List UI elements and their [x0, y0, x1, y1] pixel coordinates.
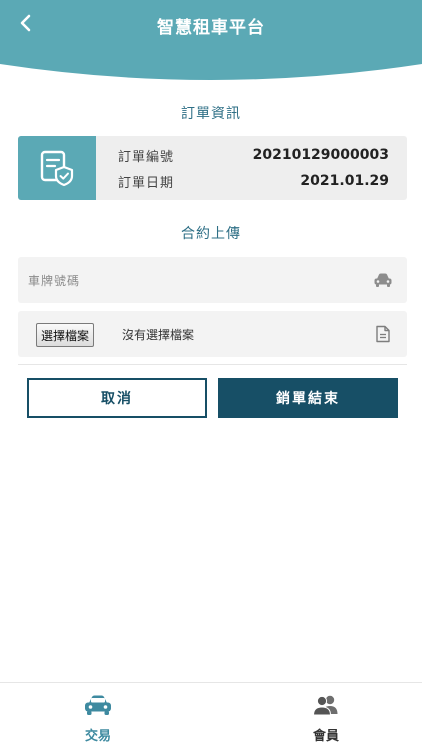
app-header: 智慧租車平台 [0, 0, 422, 92]
order-date-value: 2021.01.29 [300, 173, 389, 189]
order-date-label: 訂單日期 [118, 175, 175, 191]
section-divider [18, 364, 407, 365]
order-section-title: 訂單資訊 [181, 106, 241, 122]
close-order-button[interactable]: 銷單結束 [218, 378, 398, 418]
contract-section-title: 合約上傳 [181, 226, 241, 242]
file-status-text: 沒有選擇檔案 [122, 328, 195, 342]
car-icon [58, 693, 138, 717]
document-shield-icon [40, 150, 74, 187]
plate-number-input[interactable]: 車牌號碼 [18, 257, 407, 303]
choose-file-button[interactable]: 選擇檔案 [36, 323, 95, 347]
bottom-nav: 交易 會員 [0, 682, 422, 751]
order-date-row: 訂單日期 2021.01.29 [118, 170, 389, 192]
nav-label-member: 會員 [312, 729, 339, 744]
order-number-label: 訂單編號 [118, 149, 175, 165]
cancel-button[interactable]: 取消 [27, 378, 207, 418]
contract-file-field: 選擇檔案 沒有選擇檔案 [18, 311, 407, 357]
car-icon [373, 270, 393, 290]
order-icon-box [18, 136, 96, 200]
nav-item-trade[interactable]: 交易 [58, 691, 138, 745]
order-number-row: 訂單編號 20210129000003 [118, 144, 389, 166]
nav-label-trade: 交易 [84, 729, 111, 744]
order-number-value: 20210129000003 [252, 147, 389, 163]
document-icon [373, 324, 393, 344]
order-info-card: 訂單編號 20210129000003 訂單日期 2021.01.29 [18, 136, 407, 200]
nav-item-member[interactable]: 會員 [286, 691, 366, 745]
page-title: 智慧租車平台 [157, 18, 265, 38]
users-icon [286, 693, 366, 717]
plate-number-placeholder: 車牌號碼 [28, 274, 81, 288]
